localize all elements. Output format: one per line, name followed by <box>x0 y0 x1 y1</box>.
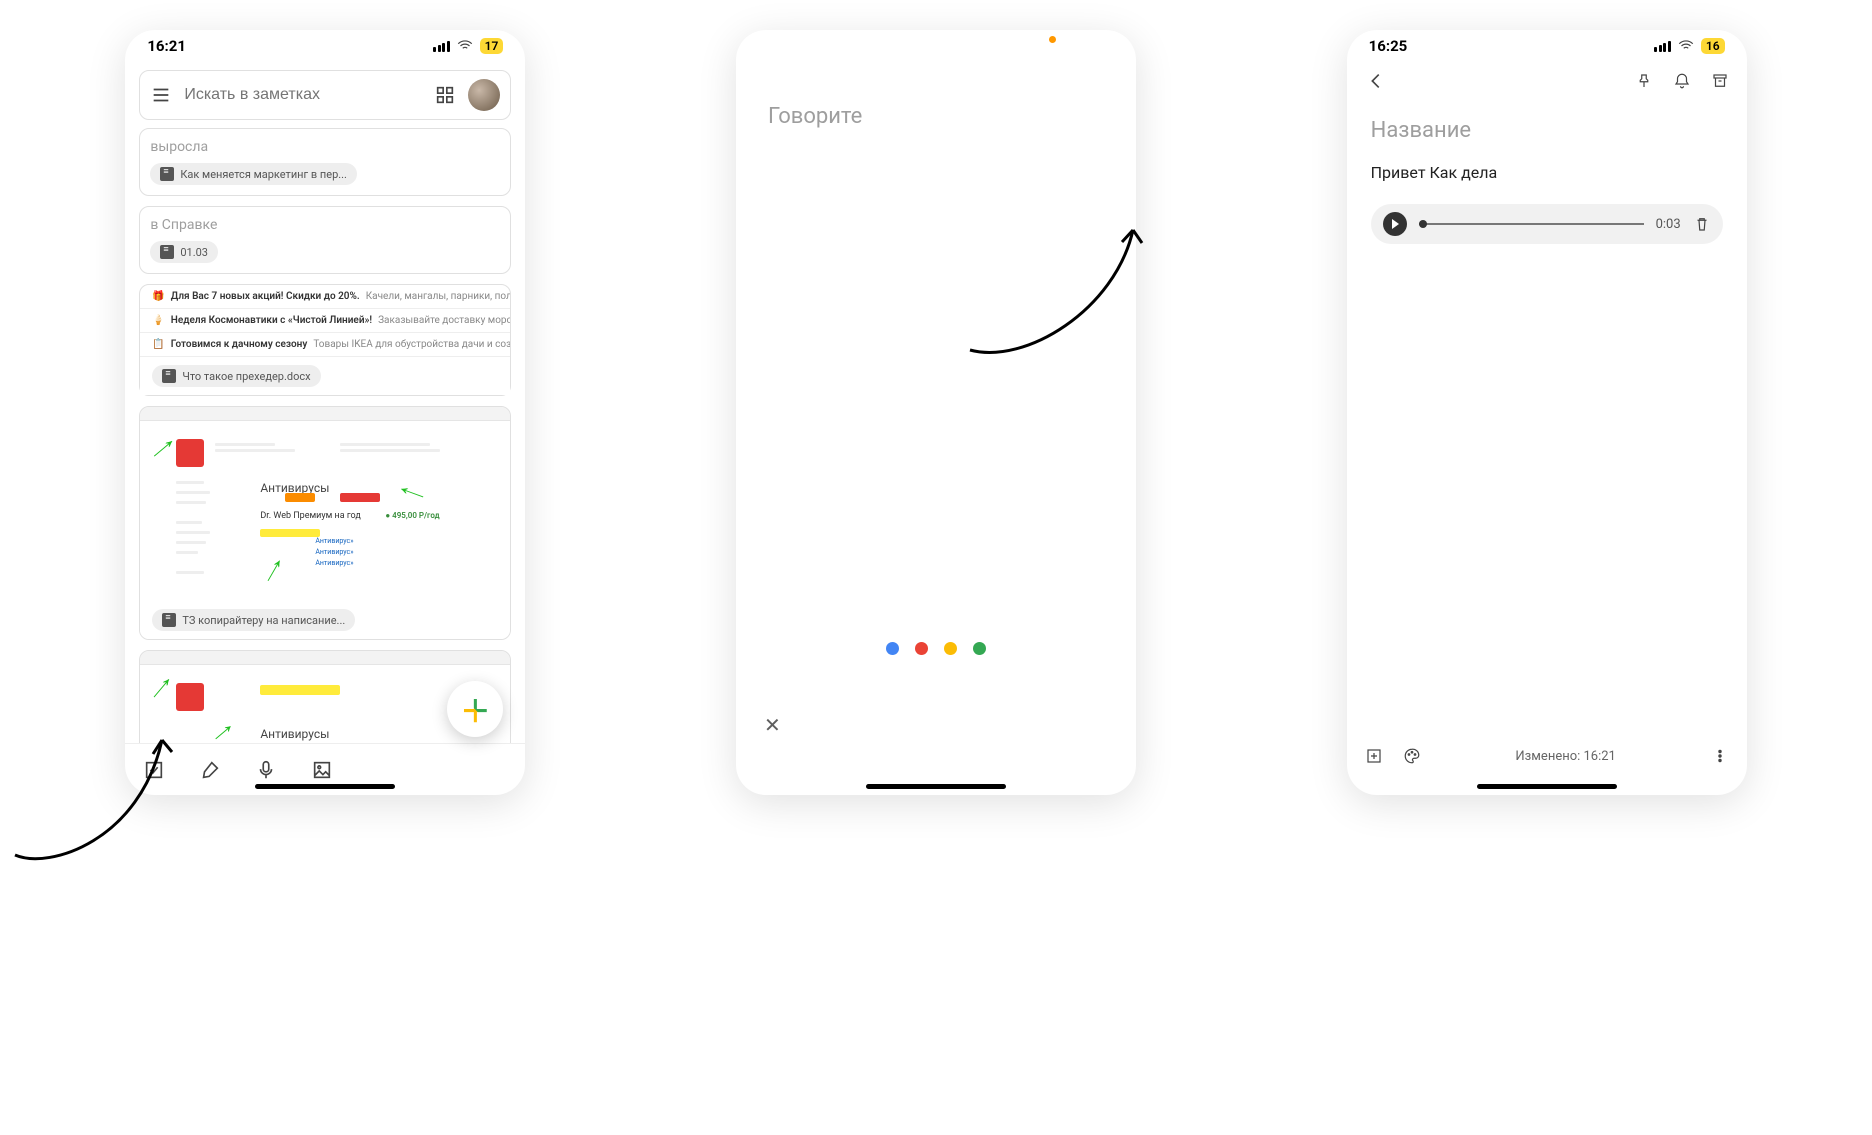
green-arrow-icon: → <box>388 477 434 515</box>
delete-icon[interactable] <box>1693 215 1711 233</box>
orange-badge <box>285 493 315 502</box>
doc-icon <box>162 369 176 383</box>
audio-duration: 0:03 <box>1656 217 1681 232</box>
editor-top-bar <box>1347 62 1747 100</box>
dot-green <box>973 642 986 655</box>
note-title: в Справке <box>150 217 500 233</box>
grid-view-icon[interactable] <box>434 84 456 106</box>
battery-indicator: 17 <box>480 38 504 54</box>
home-indicator <box>866 784 1006 789</box>
status-right: 16 <box>1654 37 1724 55</box>
signal-icon <box>1654 41 1671 52</box>
image-icon[interactable] <box>311 759 333 781</box>
note-title: выросла <box>150 139 500 155</box>
green-arrow-icon: → <box>250 545 292 592</box>
screenshot-browser-bar <box>140 651 510 665</box>
wifi-icon <box>456 37 474 55</box>
blue-links: Антивирус»Антивирус»Антивирус» <box>315 536 353 570</box>
note-title-placeholder[interactable]: Название <box>1371 118 1723 143</box>
speak-prompt: Говорите <box>736 30 1136 129</box>
doc-icon <box>162 613 176 627</box>
doc-icon <box>160 167 174 181</box>
play-button[interactable] <box>1383 212 1407 236</box>
back-icon[interactable] <box>1365 70 1387 92</box>
attachment-chip: ТЗ копирайтеру на написание... <box>152 609 355 631</box>
note-card-grown[interactable]: выросла Как меняется маркетинг в пер... <box>139 128 511 196</box>
green-arrow-icon: → <box>200 709 242 743</box>
palette-icon[interactable] <box>1403 747 1421 765</box>
plus-icon: ＋ <box>460 687 490 731</box>
dot-yellow <box>944 642 957 655</box>
screenshot-browser-bar <box>140 407 510 421</box>
pin-icon[interactable] <box>1635 72 1653 90</box>
status-bar: 16:21 17 <box>125 30 525 62</box>
home-indicator <box>1477 784 1617 789</box>
new-note-fab[interactable]: ＋ <box>447 681 503 737</box>
note-editor-body[interactable]: Название Привет Как дела 0:03 <box>1347 100 1747 254</box>
promo-row: 🎁 Для Вас 7 новых акций! Скидки до 20%.К… <box>140 285 510 309</box>
screenshot-heading: Антивирусы <box>260 727 329 741</box>
recording-indicator <box>1049 36 1056 43</box>
logo-square <box>176 683 204 711</box>
note-text[interactable]: Привет Как дела <box>1371 163 1723 182</box>
home-indicator <box>255 784 395 789</box>
reminder-icon[interactable] <box>1673 72 1691 90</box>
note-chip: 01.03 <box>150 241 218 263</box>
add-icon[interactable] <box>1365 747 1383 765</box>
yellow-highlight <box>260 529 320 537</box>
close-icon[interactable]: ✕ <box>764 713 781 737</box>
note-card-promo[interactable]: 🎁 Для Вас 7 новых акций! Скидки до 20%.К… <box>139 284 511 396</box>
wifi-icon <box>1677 37 1695 55</box>
archive-icon[interactable] <box>1711 72 1729 90</box>
product-name: Dr. Web Премиум на год <box>260 511 360 521</box>
brush-icon[interactable] <box>199 759 221 781</box>
signal-icon <box>433 41 450 52</box>
dot-blue <box>886 642 899 655</box>
yellow-highlight <box>260 685 340 695</box>
search-input[interactable] <box>184 86 422 104</box>
play-icon <box>1392 219 1399 229</box>
checkbox-icon[interactable] <box>143 759 165 781</box>
status-time: 16:21 <box>147 37 186 55</box>
attachment-chip: Что такое прехедер.docx <box>152 365 320 387</box>
search-bar[interactable] <box>139 70 511 120</box>
audio-recording[interactable]: 0:03 <box>1371 204 1723 244</box>
dot-red <box>915 642 928 655</box>
more-icon[interactable] <box>1711 747 1729 765</box>
status-right: 17 <box>433 37 503 55</box>
hamburger-icon[interactable] <box>150 84 172 106</box>
note-card-screenshot-1[interactable]: → Антивирусы → Dr. Web Премиум на год ● … <box>139 406 511 640</box>
google-dots <box>886 642 986 655</box>
doc-icon <box>160 245 174 259</box>
note-card-spravka[interactable]: в Справке 01.03 <box>139 206 511 274</box>
editor-bottom-bar: Изменено: 16:21 <box>1347 747 1747 765</box>
price-label: ● 495,00 Р/год <box>385 511 439 520</box>
phone-keep-list: 16:21 17 выросла Как меняется маркетинг … <box>125 30 525 795</box>
status-bar: 16:25 16 <box>1347 30 1747 62</box>
phone-voice-input: Говорите ✕ <box>736 30 1136 795</box>
audio-track[interactable] <box>1419 223 1644 225</box>
avatar[interactable] <box>468 79 500 111</box>
status-time: 16:25 <box>1369 37 1408 55</box>
note-chip: Как меняется маркетинг в пер... <box>150 163 357 185</box>
phone-note-editor: 16:25 16 Название Привет Как дела 0:03 И… <box>1347 30 1747 795</box>
red-badge <box>340 493 380 502</box>
battery-indicator: 16 <box>1701 38 1725 54</box>
microphone-icon[interactable] <box>255 759 277 781</box>
notes-list[interactable]: выросла Как меняется маркетинг в пер... … <box>125 128 525 743</box>
promo-row: 📋 Готовимся к дачному сезонуТовары IKEA … <box>140 333 510 357</box>
screenshot-body: → Антивирусы → Dr. Web Премиум на год ● … <box>140 421 510 601</box>
edited-label: Изменено: 16:21 <box>1441 749 1691 764</box>
promo-row: 🍦 Неделя Космонавтики с «Чистой Линией»!… <box>140 309 510 333</box>
